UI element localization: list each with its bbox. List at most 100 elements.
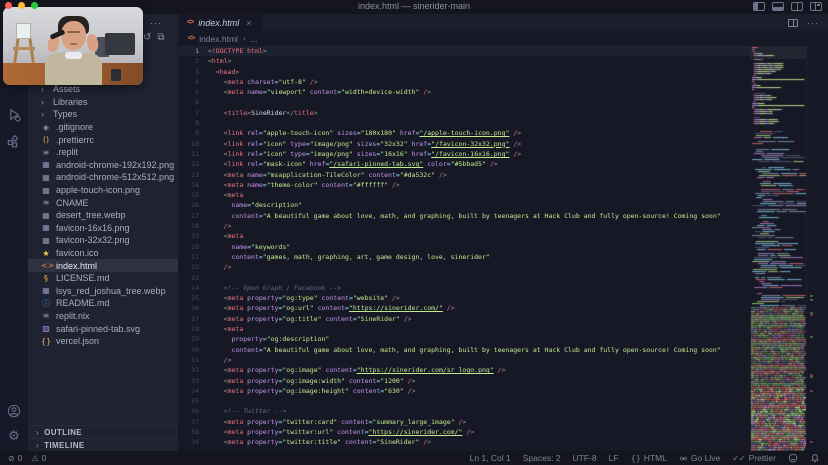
split-editor-right-icon[interactable] — [788, 19, 798, 27]
sidebar-sections: › OUTLINE › TIMELINE — [28, 425, 178, 451]
code-line: 27 <meta property="og:title" content="Si… — [178, 314, 750, 324]
file-row-favicon-16x16.png[interactable]: ▦favicon-16x16.png — [28, 222, 178, 235]
image-file-icon: ▦ — [41, 160, 51, 169]
webcam-overlay[interactable] — [3, 7, 143, 85]
ruler-mark — [810, 376, 813, 378]
minimap[interactable] — [750, 46, 806, 451]
file-row-vercel.json[interactable]: {}vercel.json — [28, 335, 178, 348]
explorer-more-actions-icon[interactable]: ··· — [150, 18, 162, 28]
file-label: README.md — [56, 298, 110, 308]
code-line: 13 <meta name="msapplication-TileColor" … — [178, 170, 750, 180]
collapse-folders-icon[interactable]: ⧉ — [157, 32, 164, 43]
tab-index-html[interactable]: <> index.html × — [178, 14, 261, 31]
file-label: .gitignore — [56, 122, 93, 132]
code-line: 31 /> — [178, 355, 750, 365]
folder-row-types[interactable]: ›Types — [28, 108, 178, 121]
split-editor-icon[interactable] — [791, 2, 803, 11]
file-row-license.md[interactable]: §LICENSE.md — [28, 272, 178, 285]
file-row-safari-pinned-tab.svg[interactable]: ▨ safari-pinned-tab.svg — [28, 322, 178, 335]
prettier-file-icon: () — [41, 135, 51, 144]
file-row-readme.md[interactable]: ⓘREADME.md — [28, 297, 178, 310]
file-row-favicon-32x32.png[interactable]: ▦favicon-32x32.png — [28, 234, 178, 247]
timeline-section-header[interactable]: › TIMELINE — [28, 438, 178, 451]
accounts-icon[interactable] — [6, 403, 22, 419]
minimap-slider[interactable] — [750, 46, 806, 59]
code-line: 19 <meta — [178, 231, 750, 241]
settings-gear-icon[interactable]: ⚙ — [6, 428, 22, 444]
file-row-android-chrome-512x512.png[interactable]: ▦android-chrome-512x512.png — [28, 171, 178, 184]
image-file-icon: ▦ — [41, 211, 51, 220]
file-row-.gitignore[interactable]: ◈ .gitignore — [28, 121, 178, 134]
code-line: 3 <head> — [178, 67, 750, 77]
minimize-button[interactable] — [18, 2, 25, 9]
bell-icon[interactable] — [810, 453, 820, 463]
code-line: 17 content="A beautiful game about love,… — [178, 211, 750, 221]
json-file-icon: {} — [41, 337, 51, 346]
titlebar-layout-controls — [753, 2, 822, 11]
file-row-desert_tree.webp[interactable]: ▦desert_tree.webp — [28, 209, 178, 222]
folder-label: Assets — [53, 84, 80, 94]
tab-close-icon[interactable]: × — [246, 18, 251, 28]
file-label: android-chrome-512x512.png — [56, 172, 174, 182]
file-label: safari-pinned-tab.svg — [56, 324, 140, 334]
refresh-icon[interactable]: ↺ — [143, 32, 151, 43]
breadcrumb-file[interactable]: index.html — [199, 34, 238, 44]
run-and-debug-icon[interactable] — [6, 107, 22, 123]
folder-row-libraries[interactable]: ›Libraries — [28, 96, 178, 109]
zoom-button[interactable] — [31, 2, 38, 9]
file-row-apple-touch-icon.png[interactable]: ▦apple-touch-icon.png — [28, 184, 178, 197]
code-line: 1<!DOCTYPE html> — [178, 46, 750, 56]
webcam-monitor — [105, 33, 135, 55]
code-line: 37 <meta property="twitter:card" content… — [178, 417, 750, 427]
errors-icon: ⊘ — [8, 454, 15, 463]
config-file-icon: ≡ — [41, 311, 51, 320]
code-line: 7 <title>SineRider</title> — [178, 108, 750, 118]
breadcrumb[interactable]: <> index.html › ... — [178, 31, 828, 46]
warnings-icon: ⚠ — [31, 454, 38, 463]
toggle-sidebar-icon[interactable] — [753, 2, 765, 11]
customize-layout-icon[interactable] — [810, 2, 822, 11]
status-warnings[interactable]: ⚠0 — [31, 453, 46, 463]
html-file-icon: <> — [187, 19, 193, 26]
code-line: 24 <!-- Open Graph / Facebook --> — [178, 283, 750, 293]
file-row-replit.nix[interactable]: ≡ replit.nix — [28, 310, 178, 323]
code-line: 33 <meta property="og:image:width" conte… — [178, 376, 750, 386]
code-line: 8 — [178, 118, 750, 128]
broadcast-icon — [679, 454, 688, 463]
status-prettier[interactable]: ✓✓Prettier — [732, 453, 776, 463]
file-row-index.html[interactable]: <>index.html — [28, 259, 178, 272]
file-label: favicon.ico — [56, 248, 99, 258]
code-editor[interactable]: 1<!DOCTYPE html>2<html>3 <head>4 <meta c… — [178, 46, 750, 451]
overview-ruler-scrollbar[interactable] — [806, 46, 828, 451]
code-line: 4 <meta charset="utf-8" /> — [178, 77, 750, 87]
toggle-panel-icon[interactable] — [772, 2, 784, 11]
status-indentation[interactable]: Spaces: 2 — [523, 453, 561, 463]
breadcrumb-more[interactable]: ... — [251, 34, 258, 44]
status-encoding[interactable]: UTF-8 — [573, 453, 597, 463]
feedback-icon[interactable] — [788, 453, 798, 463]
code-line: 28 <meta — [178, 324, 750, 334]
status-go-live[interactable]: Go Live — [679, 453, 720, 463]
file-row-android-chrome-192x192.png[interactable]: ▦android-chrome-192x192.png — [28, 159, 178, 172]
encoding-label: UTF-8 — [573, 453, 597, 463]
outline-section-header[interactable]: › OUTLINE — [28, 425, 178, 438]
status-language-mode[interactable]: {}HTML — [631, 453, 667, 463]
editor-actions: ··· — [788, 14, 828, 31]
code-line: 10 <link rel="icon" type="image/png" siz… — [178, 139, 750, 149]
git-file-icon: ◈ — [41, 123, 51, 132]
file-row-cname[interactable]: ≡CNAME — [28, 196, 178, 209]
close-button[interactable] — [5, 2, 12, 9]
status-errors[interactable]: ⊘0 — [8, 453, 22, 463]
svg-file-icon: ▨ — [41, 324, 51, 333]
file-row-favicon.ico[interactable]: ★favicon.ico — [28, 247, 178, 260]
status-eol[interactable]: LF — [609, 453, 619, 463]
extensions-icon[interactable] — [6, 134, 22, 150]
file-row-.prettierrc[interactable]: ().prettierrc — [28, 133, 178, 146]
file-row-.replit[interactable]: ≡.replit — [28, 146, 178, 159]
status-cursor-position[interactable]: Ln 1, Col 1 — [470, 453, 511, 463]
status-bar: ⊘0 ⚠0 Ln 1, Col 1 Spaces: 2 UTF-8 LF {}HTML Go… — [0, 451, 828, 465]
file-label: replit.nix — [56, 311, 90, 321]
eol-label: LF — [609, 453, 619, 463]
more-actions-icon[interactable]: ··· — [807, 18, 819, 28]
file-row-lsys_red_joshua_tree.webp[interactable]: ▦lsys_red_joshua_tree.webp — [28, 285, 178, 298]
